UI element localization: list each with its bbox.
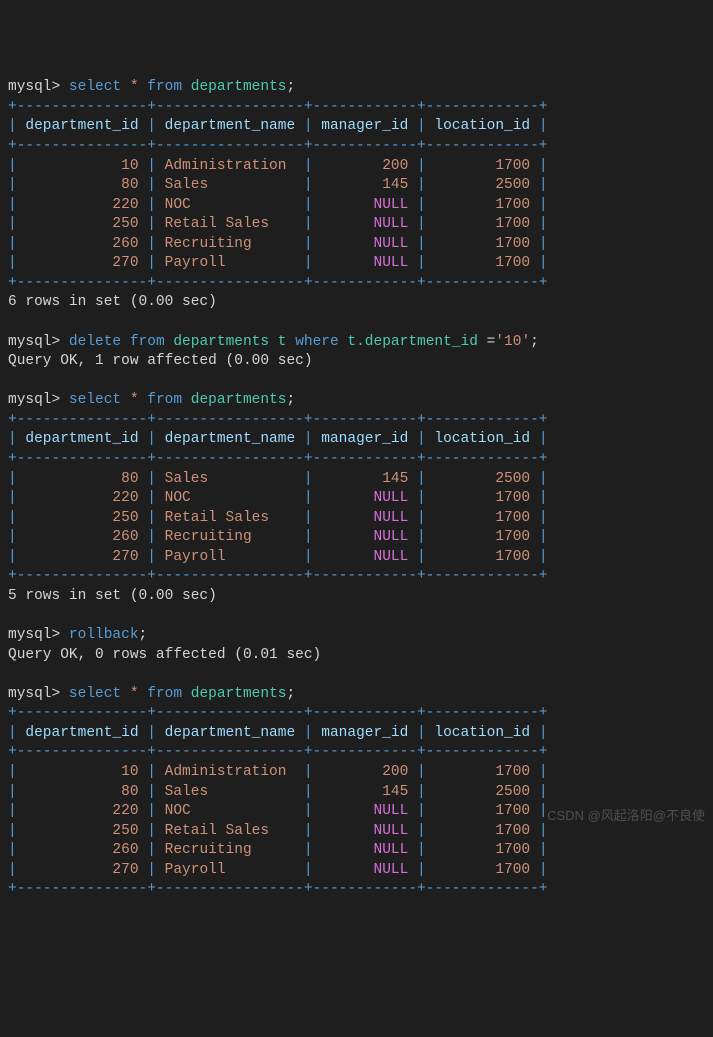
kw-where: where <box>295 334 339 350</box>
kw-select: select <box>69 392 121 408</box>
kw-select: select <box>69 686 121 702</box>
query-result: Query OK, 0 rows affected (0.01 sec) <box>8 647 321 663</box>
table-border: +---------------+-----------------+-----… <box>8 744 548 760</box>
table-name: departments <box>191 686 287 702</box>
kw-from: from <box>147 79 182 95</box>
col-header: location_id <box>434 118 530 134</box>
table-name: departments <box>173 334 269 350</box>
table-border: +---------------+-----------------+-----… <box>8 138 548 154</box>
query-result: Query OK, 1 row affected (0.00 sec) <box>8 353 313 369</box>
star: * <box>130 392 139 408</box>
col-header: location_id <box>434 725 530 741</box>
kw-rollback: rollback <box>69 627 139 643</box>
prompt: mysql> <box>8 627 69 643</box>
col-header: manager_id <box>321 118 408 134</box>
semi: ; <box>530 334 539 350</box>
table-rows-3: | 10 | Administration | 200 | 1700 | | 8… <box>8 764 548 878</box>
table-border: +---------------+-----------------+-----… <box>8 568 548 584</box>
col-header: location_id <box>434 431 530 447</box>
star: * <box>130 79 139 95</box>
table-border: +---------------+-----------------+-----… <box>8 705 548 721</box>
semi: ; <box>286 686 295 702</box>
table-border: +---------------+-----------------+-----… <box>8 881 548 897</box>
col-header: manager_id <box>321 725 408 741</box>
table-name: departments <box>191 79 287 95</box>
prompt: mysql> <box>8 79 69 95</box>
col-header: manager_id <box>321 431 408 447</box>
col-header: department_id <box>25 725 138 741</box>
col-header: department_name <box>165 118 296 134</box>
table-border: +---------------+-----------------+-----… <box>8 275 548 291</box>
kw-from: from <box>130 334 165 350</box>
prompt: mysql> <box>8 334 69 350</box>
semi: ; <box>286 392 295 408</box>
kw-delete: delete <box>69 334 121 350</box>
table-border: +---------------+-----------------+-----… <box>8 99 548 115</box>
kw-from: from <box>147 392 182 408</box>
table-border: +---------------+-----------------+-----… <box>8 412 548 428</box>
table-border: +---------------+-----------------+-----… <box>8 451 548 467</box>
terminal[interactable]: mysql> select * from departments; +-----… <box>0 78 713 900</box>
cond-col: t.department_id <box>347 334 478 350</box>
col-header: department_id <box>25 431 138 447</box>
prompt: mysql> <box>8 686 69 702</box>
col-header: department_id <box>25 118 138 134</box>
kw-select: select <box>69 79 121 95</box>
row-count: 5 rows in set (0.00 sec) <box>8 588 217 604</box>
table-name: departments <box>191 392 287 408</box>
col-header: department_name <box>165 725 296 741</box>
star: * <box>130 686 139 702</box>
alias: t <box>278 334 287 350</box>
semi: ; <box>139 627 148 643</box>
prompt: mysql> <box>8 392 69 408</box>
cond-val: '10' <box>495 334 530 350</box>
col-header: department_name <box>165 431 296 447</box>
table-rows-1: | 10 | Administration | 200 | 1700 | | 8… <box>8 158 548 272</box>
watermark: CSDN @风起洛阳@不良使 <box>547 807 705 825</box>
semi: ; <box>286 79 295 95</box>
row-count: 6 rows in set (0.00 sec) <box>8 294 217 310</box>
table-rows-2: | 80 | Sales | 145 | 2500 | | 220 | NOC … <box>8 471 548 565</box>
kw-from: from <box>147 686 182 702</box>
